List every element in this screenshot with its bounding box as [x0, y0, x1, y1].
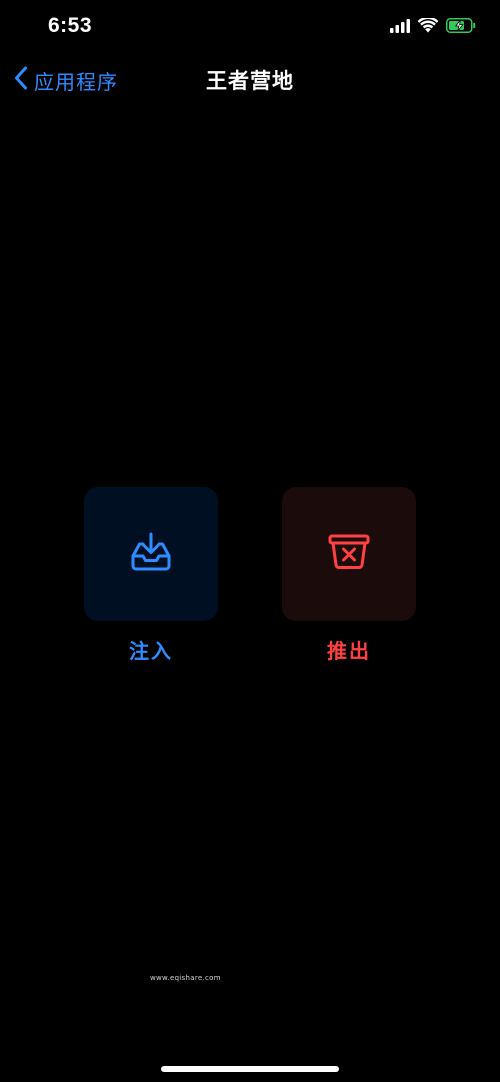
inbox-download-icon [130, 532, 172, 576]
eject-button[interactable] [282, 487, 416, 621]
status-icons [390, 16, 476, 38]
signal-icon [390, 18, 410, 37]
page-title: 王者营地 [206, 69, 294, 93]
inject-label[interactable]: 注入 [84, 635, 218, 664]
home-indicator[interactable] [161, 1066, 339, 1072]
nav-bar: 应用程序 王者营地 [0, 56, 500, 104]
box-remove-icon [328, 534, 370, 574]
watermark: www.eqishare.com [150, 974, 221, 982]
eject-label[interactable]: 推出 [282, 635, 416, 664]
status-bar: 6:53 [0, 0, 500, 56]
inject-button[interactable] [84, 487, 218, 621]
status-time: 6:53 [48, 14, 93, 37]
battery-charging-icon [446, 17, 476, 37]
wifi-icon [417, 16, 439, 37]
